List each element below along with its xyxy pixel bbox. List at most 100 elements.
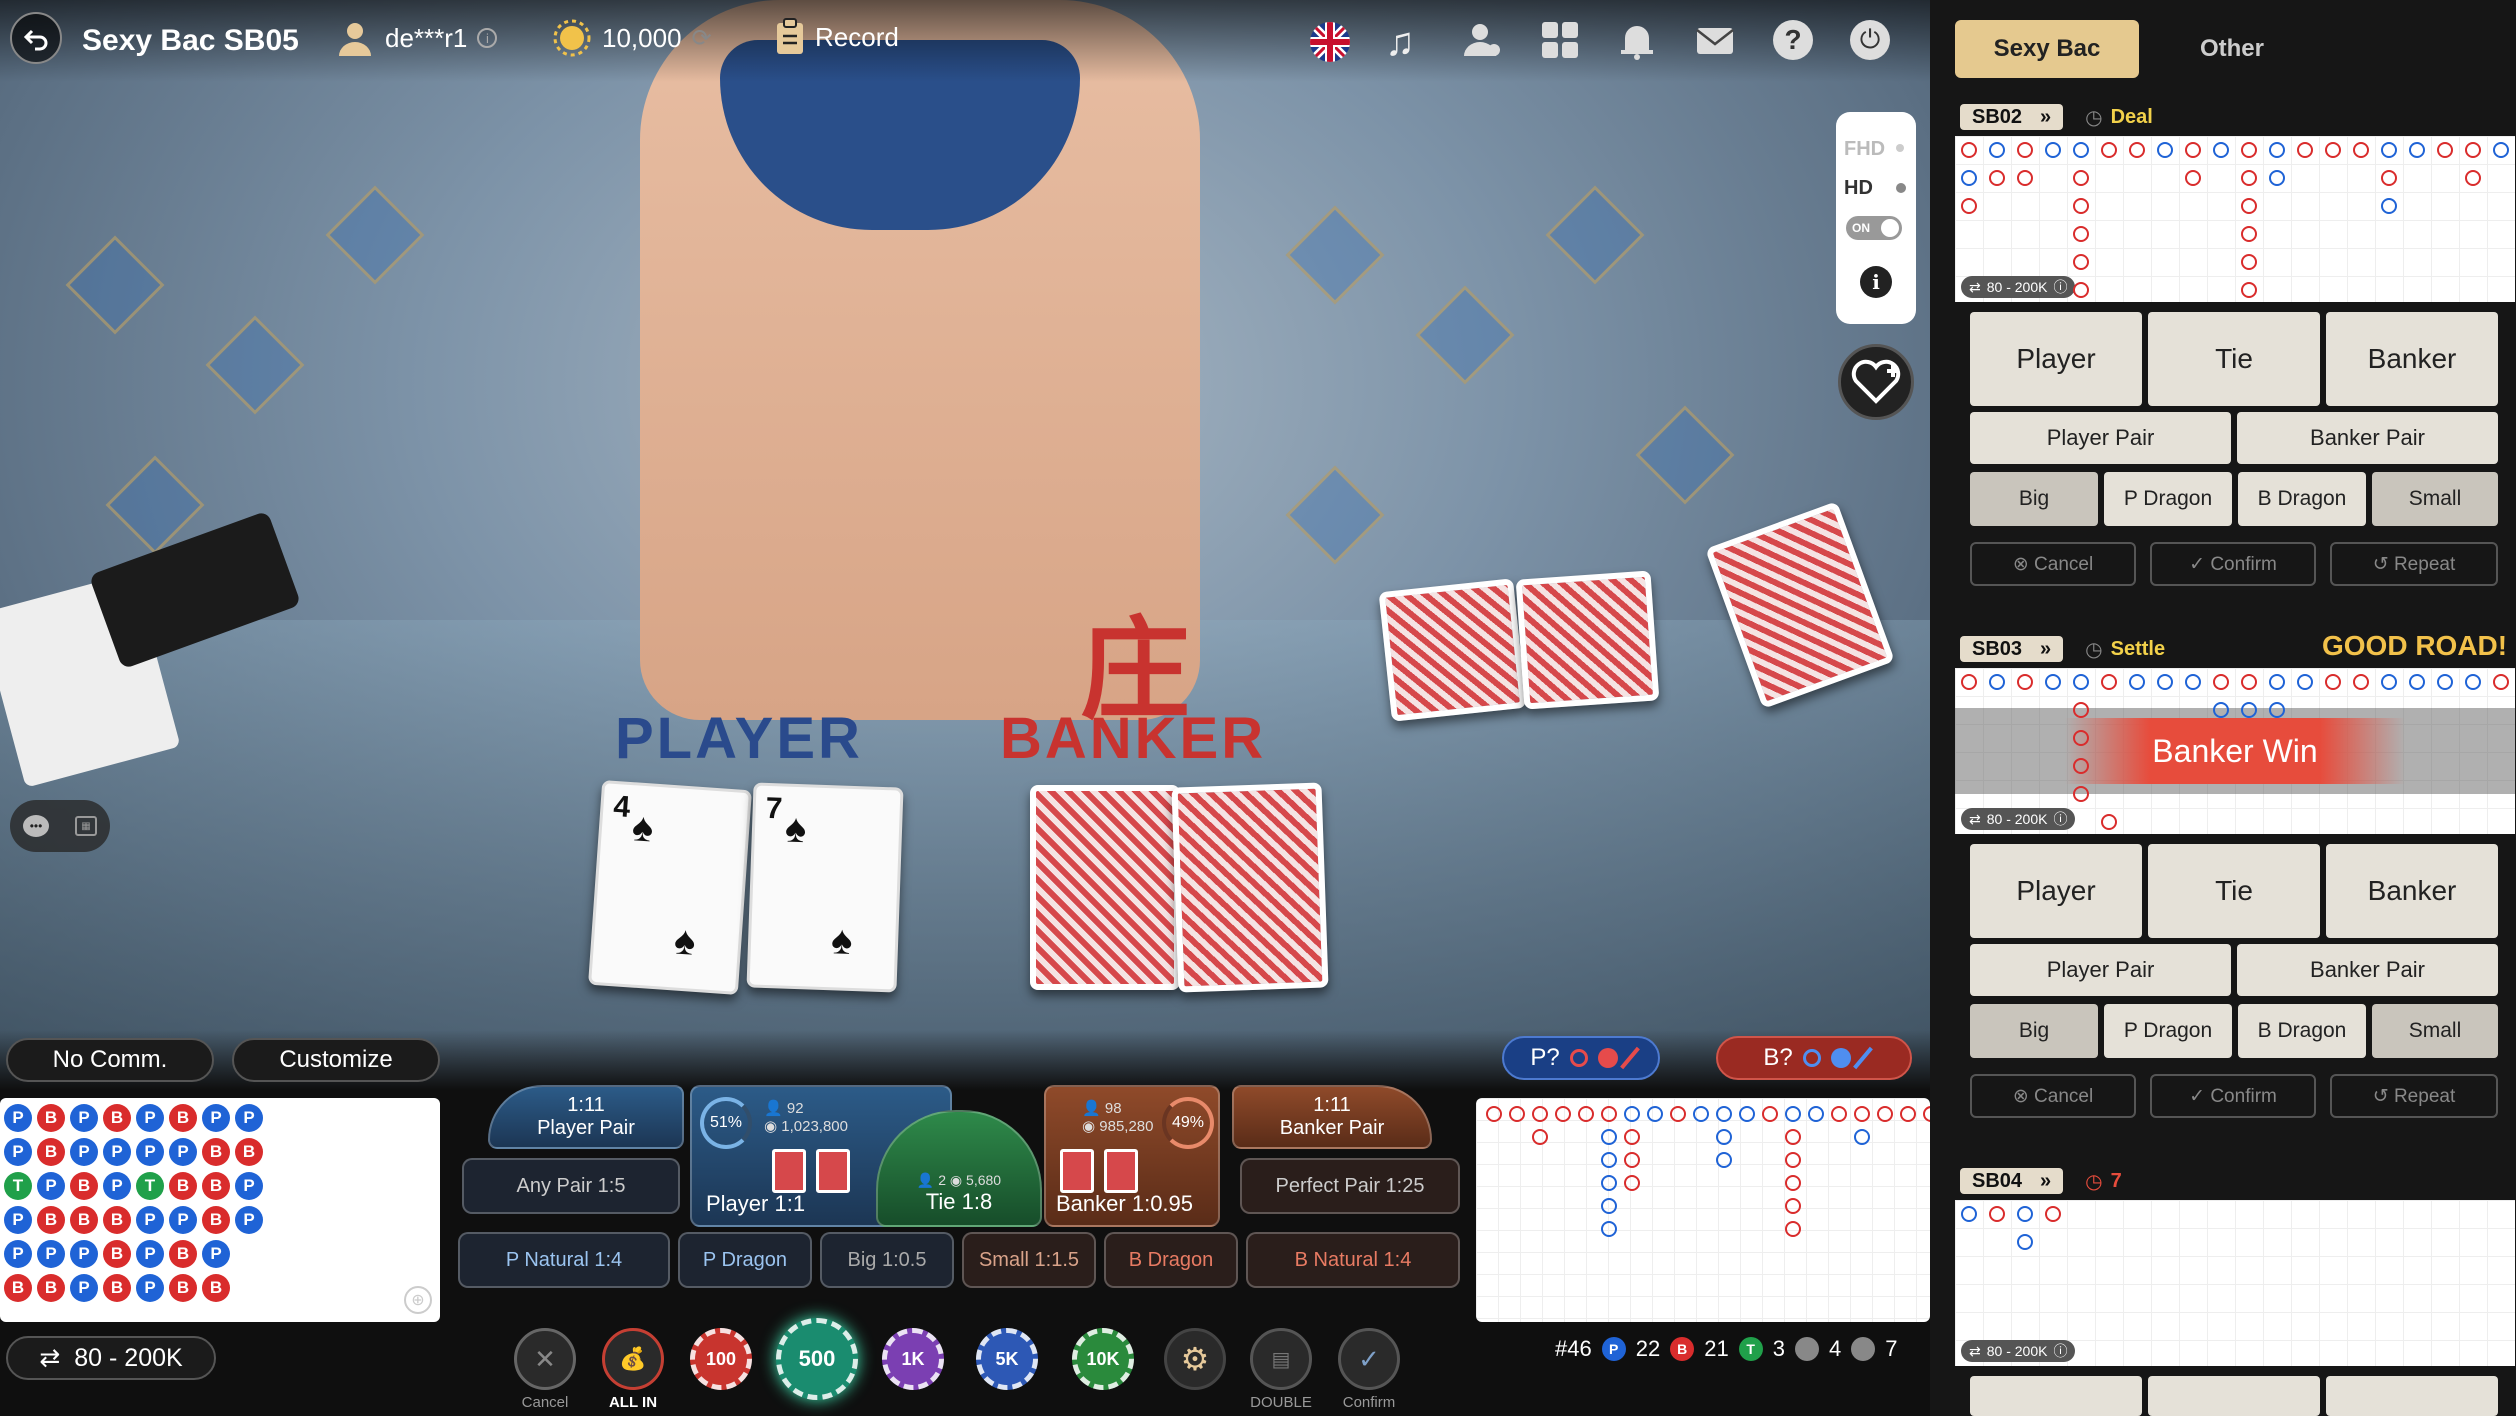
sb02-b-dragon-button[interactable]: B Dragon	[2238, 472, 2366, 526]
sb03-banker-button[interactable]: Banker	[2326, 844, 2498, 938]
no-commission-button[interactable]: No Comm.	[6, 1038, 214, 1082]
banker-pair-count-icon	[1851, 1337, 1876, 1361]
ask-banker-button[interactable]: B?	[1716, 1036, 1912, 1080]
tab-other[interactable]: Other	[2140, 20, 2324, 78]
ask-player-button[interactable]: P?	[1502, 1036, 1660, 1080]
road-ring	[2213, 702, 2229, 718]
sb04-player-button[interactable]	[1970, 1376, 2142, 1416]
sb03-label: SB03	[1972, 637, 2023, 660]
quality-fhd[interactable]: FHD	[1844, 138, 1885, 161]
uk-flag-icon[interactable]	[1310, 22, 1350, 62]
chip-settings-icon[interactable]: ⚙	[1164, 1328, 1226, 1390]
bet-big[interactable]: Big 1:0.5	[820, 1232, 954, 1288]
sb03-confirm-button[interactable]: ✓ Confirm	[2150, 1074, 2316, 1118]
back-button[interactable]	[10, 12, 62, 64]
double-button[interactable]: ▤	[1250, 1328, 1312, 1390]
bet-small[interactable]: Small 1:1.5	[962, 1232, 1096, 1288]
sb02-big-button[interactable]: Big	[1970, 472, 2098, 526]
bet-b-natural[interactable]: B Natural 1:4	[1246, 1232, 1460, 1288]
bet-perfect-pair[interactable]: Perfect Pair 1:25	[1240, 1158, 1460, 1214]
quality-hd[interactable]: HD	[1844, 177, 1873, 200]
sb04-header[interactable]: SB04 » ◷ 7	[1960, 1166, 2122, 1196]
road-ring	[1961, 674, 1977, 690]
bet-limit[interactable]: ⇄ 80 - 200K	[6, 1336, 216, 1380]
sb03-repeat-button[interactable]: ↺ Repeat	[2330, 1074, 2498, 1118]
bet-any-pair[interactable]: Any Pair 1:5	[462, 1158, 680, 1214]
refresh-icon[interactable]: ⟳	[692, 24, 712, 53]
bet-p-dragon[interactable]: P Dragon	[678, 1232, 812, 1288]
sb02-p-dragon-button[interactable]: P Dragon	[2104, 472, 2232, 526]
sb02-tie-button[interactable]: Tie	[2148, 312, 2320, 406]
sb03-road[interactable]: Banker Win ⇄ 80 - 200K ⓘ	[1955, 668, 2515, 834]
player-label: Player	[706, 1191, 769, 1216]
bet-p-natural[interactable]: P Natural 1:4	[458, 1232, 670, 1288]
record-button[interactable]: Record	[775, 18, 899, 56]
power-icon[interactable]: ⏻	[1850, 20, 1890, 60]
sb02-confirm-button[interactable]: ✓ Confirm	[2150, 542, 2316, 586]
video-info-icon[interactable]: i	[1860, 266, 1892, 298]
sb02-repeat-button[interactable]: ↺ Repeat	[2330, 542, 2498, 586]
road-ring	[2073, 786, 2089, 802]
bet-b-dragon[interactable]: B Dragon	[1104, 1232, 1238, 1288]
sb03-big-button[interactable]: Big	[1970, 1004, 2098, 1058]
sb03-p-dragon-button[interactable]: P Dragon	[2104, 1004, 2232, 1058]
sb02-limit[interactable]: ⇄ 80 - 200K ⓘ	[1961, 276, 2076, 298]
sb04-banker-button[interactable]	[2326, 1376, 2498, 1416]
help-icon[interactable]: ?	[1773, 20, 1813, 60]
chat-bubble-icon[interactable]: •••	[23, 815, 49, 837]
tab-sexy-bac[interactable]: Sexy Bac	[1955, 20, 2139, 78]
confirm-chip-button[interactable]: ✓	[1338, 1328, 1400, 1390]
road-ring	[2241, 674, 2257, 690]
sb02-small-button[interactable]: Small	[2372, 472, 2498, 526]
sb02-road[interactable]: ⇄ 80 - 200K ⓘ	[1955, 136, 2515, 302]
user-info[interactable]: de***r1 i	[335, 18, 498, 58]
big-road[interactable]	[1476, 1098, 1930, 1322]
bet-player-pair[interactable]: 1:11 Player Pair	[488, 1085, 684, 1149]
all-in-button[interactable]: 💰	[602, 1328, 664, 1390]
sb02-player-pair-button[interactable]: Player Pair	[1970, 412, 2231, 464]
multi-table-icon[interactable]	[1540, 20, 1580, 60]
bead-road[interactable]: ⊕ PPTPPBBBPBPBPPBBPPBPPBBBPPTPPPBPBPBBPB…	[0, 1098, 440, 1322]
info-icon[interactable]: i	[477, 28, 498, 48]
sb03-banker-pair-button[interactable]: Banker Pair	[2237, 944, 2498, 996]
sb02-header[interactable]: SB02 » ◷ Deal	[1960, 102, 2153, 132]
sb03-b-dragon-button[interactable]: B Dragon	[2238, 1004, 2366, 1058]
sb03-tie-button[interactable]: Tie	[2148, 844, 2320, 938]
sb03-player-button[interactable]: Player	[1970, 844, 2142, 938]
chip-1k[interactable]: 1K	[882, 1328, 944, 1390]
sb04-tie-button[interactable]	[2148, 1376, 2320, 1416]
notification-bell-icon[interactable]	[1617, 20, 1657, 60]
confirm-chip-label: Confirm	[1342, 1394, 1396, 1411]
keyboard-icon[interactable]: ▦	[75, 816, 97, 836]
music-icon[interactable]: ♫	[1385, 20, 1415, 65]
message-icon[interactable]	[1695, 20, 1735, 60]
chip-10k[interactable]: 10K	[1072, 1328, 1134, 1390]
sb03-cancel-button[interactable]: ⊗ Cancel	[1970, 1074, 2136, 1118]
sb02-cancel-button[interactable]: ⊗ Cancel	[1970, 542, 2136, 586]
chat-toggle[interactable]: ••• ▦	[10, 800, 110, 852]
favorite-button[interactable]	[1838, 344, 1914, 420]
sb03-player-pair-button[interactable]: Player Pair	[1970, 944, 2231, 996]
sb02-banker-button[interactable]: Banker	[2326, 312, 2498, 406]
banker-card-1	[1030, 785, 1180, 990]
sb04-road[interactable]: ⇄ 80 - 200K ⓘ	[1955, 1200, 2515, 1366]
road-ring	[2073, 254, 2089, 270]
sb02-player-button[interactable]: Player	[1970, 312, 2142, 406]
chip-500[interactable]: 500	[776, 1318, 858, 1400]
sb03-header[interactable]: SB03 » ◷ Settle	[1960, 634, 2165, 664]
cancel-chip-button[interactable]: ✕	[514, 1328, 576, 1390]
chip-5k[interactable]: 5K	[976, 1328, 1038, 1390]
bet-banker[interactable]: 👤 98 ◉ 985,280 49% Banker 1:0.95	[1044, 1085, 1220, 1227]
video-toggle[interactable]: ON	[1846, 216, 1902, 240]
toggle-knob	[1881, 219, 1899, 237]
chip-100[interactable]: 100	[690, 1328, 752, 1390]
sb02-banker-pair-button[interactable]: Banker Pair	[2237, 412, 2498, 464]
bet-banker-pair[interactable]: 1:11 Banker Pair	[1232, 1085, 1432, 1149]
sb03-limit[interactable]: ⇄ 80 - 200K ⓘ	[1961, 808, 2076, 830]
dealer-info-icon[interactable]	[1462, 20, 1502, 60]
sb04-countdown: 7	[2110, 1169, 2122, 1192]
road-expand-icon[interactable]: ⊕	[404, 1286, 432, 1314]
sb03-small-button[interactable]: Small	[2372, 1004, 2498, 1058]
customize-button[interactable]: Customize	[232, 1038, 440, 1082]
sb04-limit[interactable]: ⇄ 80 - 200K ⓘ	[1961, 1340, 2076, 1362]
